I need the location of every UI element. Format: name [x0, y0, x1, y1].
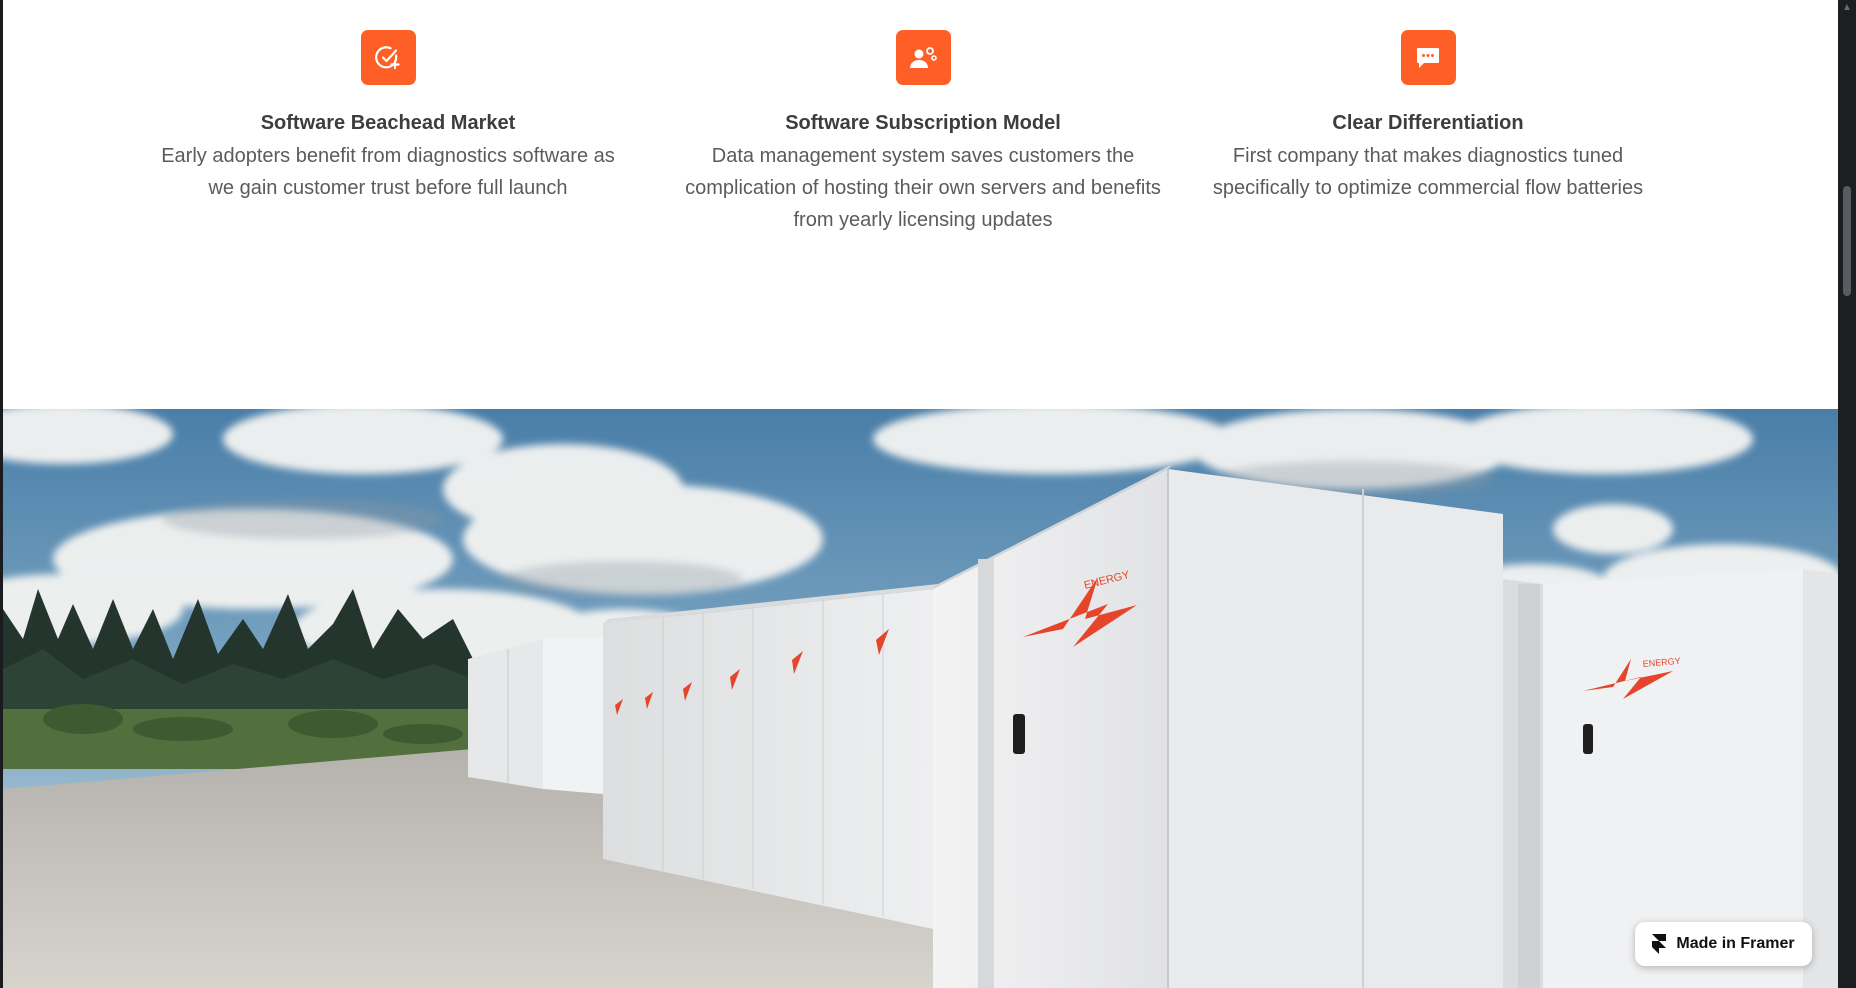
badge-label: Made in Framer — [1676, 935, 1795, 952]
feature-title: Clear Differentiation — [1332, 112, 1524, 134]
page: Software Beachead Market Early adopters … — [3, 0, 1838, 988]
feature-card-subscription: Software Subscription Model Data managem… — [678, 30, 1168, 236]
feature-icon-box — [360, 30, 416, 85]
made-in-framer-badge[interactable]: Made in Framer — [1635, 922, 1812, 966]
feature-card-differentiation: Clear Differentiation First company that… — [1208, 30, 1648, 204]
hero-image: ENERGY ENERGY — [3, 409, 1838, 988]
scrollbar-thumb[interactable] — [1843, 186, 1851, 296]
scroll-up-arrow-icon[interactable]: ▲ — [1842, 2, 1852, 13]
chat-bubble-icon — [1417, 47, 1439, 68]
feature-title: Software Subscription Model — [785, 112, 1061, 134]
feature-icon-box — [895, 30, 951, 85]
feature-card-beachead: Software Beachead Market Early adopters … — [158, 30, 618, 204]
feature-title: Software Beachead Market — [260, 112, 516, 134]
user-gears-icon — [910, 46, 937, 68]
scrollbar[interactable]: ▲ — [1838, 0, 1856, 988]
battery-storage-photo: ENERGY ENERGY — [3, 409, 1838, 988]
feature-description: Early adopters benefit from diagnostics … — [161, 145, 615, 199]
feature-icon-box — [1400, 30, 1456, 85]
features-section: Software Beachead Market Early adopters … — [3, 0, 1838, 409]
check-plus-icon — [375, 45, 400, 69]
framer-logo-icon — [1652, 934, 1667, 954]
feature-description: First company that makes diagnostics tun… — [1212, 145, 1644, 199]
feature-description: Data management system saves customers t… — [685, 145, 1161, 231]
